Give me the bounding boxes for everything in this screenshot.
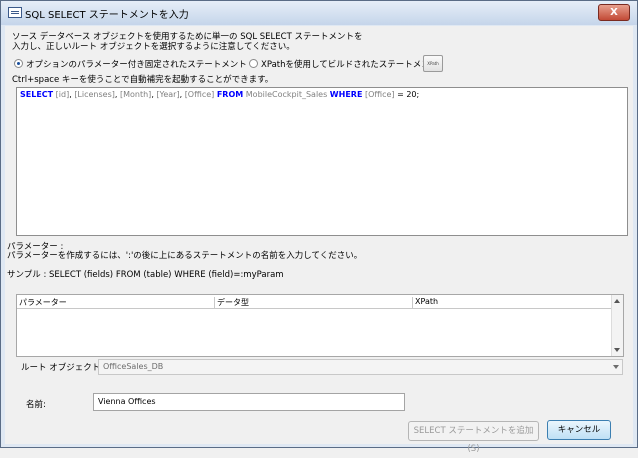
parameters-grid[interactable]: パラメーター データ型 XPath: [16, 294, 624, 357]
name-input[interactable]: Vienna Offices: [93, 393, 405, 411]
name-label: 名前:: [26, 400, 46, 410]
sql-token: [id]: [55, 90, 70, 99]
scroll-down-icon[interactable]: [614, 348, 620, 352]
intro-line-2: 入力し、正しいルート オブジェクトを選択するように注意してください。: [12, 42, 295, 52]
sql-token: SELECT: [20, 90, 54, 99]
sql-token: MobileCockpit_Sales: [245, 90, 328, 99]
sql-token: [Month]: [119, 90, 152, 99]
fixed-statement-label[interactable]: オプションのパラメーター付き固定されたステートメント: [26, 58, 247, 70]
grid-scrollbar[interactable]: [611, 295, 623, 356]
grid-header: パラメーター データ型 XPath: [17, 297, 611, 309]
sql-token: [Office]: [364, 90, 395, 99]
root-object-select[interactable]: OfficeSales_DB: [98, 359, 623, 375]
xpath-statement-radio[interactable]: [249, 59, 258, 68]
fixed-statement-radio[interactable]: [14, 59, 23, 68]
database-icon: [8, 7, 22, 18]
cancel-button[interactable]: キャンセル: [547, 420, 611, 440]
column-header-parameter[interactable]: パラメーター: [17, 297, 215, 309]
autocomplete-hint: Ctrl+space キーを使うことで自動補完を起動することができます。: [12, 75, 274, 85]
sql-editor[interactable]: SELECT [id], [Licenses], [Month], [Year]…: [16, 87, 628, 236]
sql-token: [Office]: [184, 90, 215, 99]
sql-token: =: [394, 90, 407, 99]
title-bar[interactable]: SQL SELECT ステートメントを入力 X: [1, 1, 637, 25]
column-header-data-type[interactable]: データ型: [215, 297, 413, 309]
close-button[interactable]: X: [598, 4, 630, 21]
dialog-window: SQL SELECT ステートメントを入力 X ソース データベース オブジェク…: [0, 0, 638, 454]
scroll-up-icon[interactable]: [614, 299, 620, 303]
sql-token: [Year]: [156, 90, 180, 99]
sql-token: FROM: [216, 90, 244, 99]
chevron-down-icon[interactable]: [613, 365, 619, 369]
root-object-value: OfficeSales_DB: [103, 362, 164, 371]
xpath-builder-button[interactable]: XPath: [423, 55, 443, 72]
add-select-statement-button[interactable]: SELECT ステートメントを追加(S): [408, 421, 539, 454]
column-header-xpath[interactable]: XPath: [413, 297, 611, 309]
sql-token: ;: [416, 90, 420, 99]
dialog-body: ソース データベース オブジェクトを使用するために単一の SQL SELECT …: [5, 26, 633, 454]
window-title: SQL SELECT ステートメントを入力: [25, 10, 189, 21]
sql-token: [Licenses]: [74, 90, 115, 99]
sql-token: 20: [406, 90, 417, 99]
root-object-label: ルート オブジェクト:: [21, 363, 104, 373]
parameters-sample: サンプル : SELECT (fields) FROM (table) WHER…: [7, 270, 284, 280]
xpath-statement-label[interactable]: XPathを使用してビルドされたステートメント: [261, 58, 438, 70]
parameters-description: パラメーターを作成するには、':'の後に上にあるステートメントの名前を入力してく…: [7, 251, 363, 261]
sql-token: WHERE: [329, 90, 363, 99]
